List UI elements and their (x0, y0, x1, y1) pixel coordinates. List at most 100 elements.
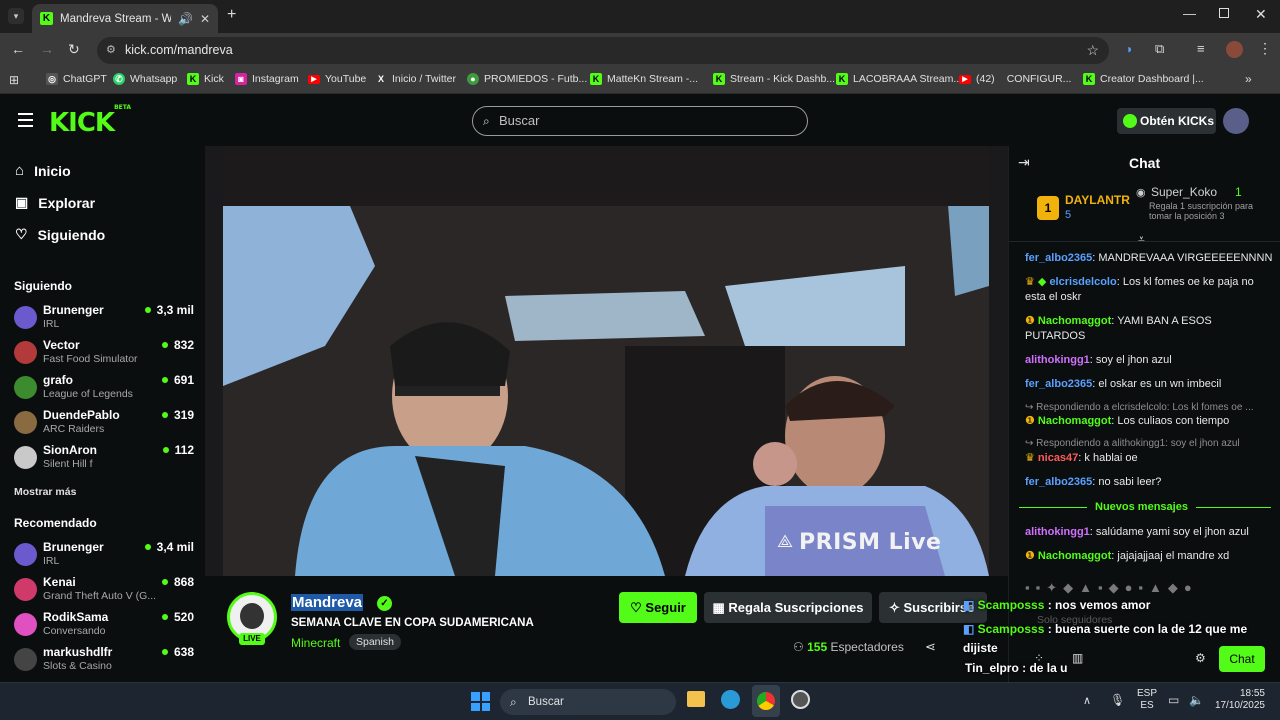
profile-avatar[interactable] (1226, 41, 1243, 58)
audio-playing-icon[interactable]: 🔊 (178, 12, 193, 26)
chat-text: salúdame yami soy el jhon azul (1095, 526, 1249, 538)
second-gifter-name[interactable]: Super_Koko (1151, 185, 1217, 199)
overlay-chat-message: Tin_elpro : de la u (965, 661, 1068, 675)
recommended-channel[interactable]: RodikSama Conversando 520 (14, 610, 194, 642)
gift-subs-button[interactable]: ▦ Regala Suscripciones (704, 592, 872, 623)
tab-search-button[interactable]: ▾ (8, 8, 24, 24)
chat-message: ♛ nicas47: k hablai oe (1025, 452, 1138, 464)
file-explorer-icon[interactable] (687, 691, 705, 707)
bookmark-label: CONFIGUR... (1006, 73, 1072, 85)
volume-icon[interactable]: 🔈 (1189, 693, 1204, 707)
chat-username[interactable]: Nachomaggot (1038, 415, 1111, 427)
kick-logo[interactable]: KICKBETA (49, 104, 131, 138)
video-frame (205, 146, 1008, 576)
bookmark-youtube-config[interactable]: ▶ (42) CONFIGUR... (959, 73, 1071, 85)
apps-grid-icon[interactable]: ⊞ (9, 73, 19, 87)
bookmark-kick[interactable]: K Kick (187, 73, 224, 85)
hamburger-menu-icon[interactable] (18, 113, 33, 127)
minimize-window-icon[interactable]: — (1183, 6, 1196, 21)
reply-context[interactable]: ↪ Respondiendo a alithokingg1: soy el jh… (1025, 438, 1240, 449)
bookmark-promiedos[interactable]: ● PROMIEDOS - Futb... (467, 73, 587, 85)
bookmark-creator-dashboard[interactable]: K Creator Dashboard |... (1083, 73, 1204, 85)
chat-username[interactable]: elcrisdelcolo (1049, 276, 1116, 288)
bookmark-kick-dashboard[interactable]: K Stream - Kick Dashb... (713, 73, 835, 85)
network-monitor-icon[interactable]: ▭ (1168, 693, 1179, 707)
bookmark-instagram[interactable]: ◙ Instagram (235, 73, 299, 85)
tab-close-icon[interactable]: ✕ (200, 12, 210, 26)
chat-username[interactable]: fer_albo2365 (1025, 476, 1092, 488)
chat-username[interactable]: Nachomaggot (1038, 550, 1111, 562)
reply-arrow-icon: ↪ (1025, 402, 1037, 413)
forward-arrow-icon[interactable]: → (40, 41, 54, 57)
browser-menu-icon[interactable]: ⋮ (1258, 40, 1272, 57)
show-hidden-icons[interactable]: ∧ (1083, 694, 1091, 707)
video-player[interactable]: PRISM Live ⟁ (205, 146, 1008, 576)
user-avatar[interactable] (1223, 108, 1249, 134)
more-bookmarks-icon[interactable]: » (1245, 72, 1252, 86)
language-indicator[interactable]: ESP ES (1137, 688, 1157, 712)
microphone-icon[interactable]: 🎙 (1110, 693, 1125, 707)
following-channel[interactable]: Vector Fast Food Simulator 832 (14, 338, 194, 370)
emote-bar[interactable]: ▪▪✦◆▲▪◆●▪▲◆● (1025, 580, 1275, 596)
browser-tab-active[interactable]: K Mandreva Stream - Watch 🔊 ✕ (32, 4, 218, 33)
clock[interactable]: 18:55 17/10/2025 (1213, 688, 1265, 712)
tab-title: Mandreva Stream - Watch (60, 12, 171, 25)
back-arrow-icon[interactable]: ← (11, 41, 25, 57)
bookmark-whatsapp[interactable]: ✆ Whatsapp (113, 73, 177, 85)
follow-button[interactable]: ♡ Seguir (619, 592, 697, 623)
top-gifter-name[interactable]: DAYLANTR (1065, 193, 1130, 207)
gifter-badge-icon: ❶ (1025, 315, 1038, 327)
close-window-icon[interactable]: ✕ (1255, 6, 1267, 23)
chat-username[interactable]: fer_albo2365 (1025, 378, 1092, 390)
get-kicks-button[interactable]: Obtén KICKs (1117, 108, 1216, 134)
language-tag[interactable]: Spanish (349, 634, 401, 650)
recommended-channel[interactable]: markushdlfr Slots & Casino 638 (14, 645, 194, 677)
taskbar-search[interactable]: ⌕ Buscar (500, 689, 676, 715)
chat-username[interactable]: Nachomaggot (1038, 315, 1111, 327)
recommended-channel[interactable]: Kenai Grand Theft Auto V (G... 868 (14, 575, 194, 607)
share-icon[interactable]: ⋖ (925, 639, 936, 655)
bookmark-twitter[interactable]: X Inicio / Twitter (375, 73, 456, 85)
reply-context[interactable]: ↪ Respondiendo a elcrisdelcolo: Los kl f… (1025, 402, 1254, 413)
following-channel[interactable]: DuendePablo ARC Raiders 319 (14, 408, 194, 440)
following-channel[interactable]: Brunenger IRL 3,3 mil (14, 303, 194, 335)
extensions-puzzle-icon[interactable]: ⧉ (1155, 41, 1164, 57)
browser-nav-bar: ← → ↻ ⚙ kick.com/mandreva ☆ ◗ ⧉ ≡ ⋮ (0, 33, 1280, 67)
viewer-count: 319 (162, 408, 194, 422)
reload-icon[interactable]: ↻ (68, 41, 80, 58)
nav-siguiendo[interactable]: ♡ Siguiendo (15, 226, 105, 243)
obs-icon[interactable] (791, 690, 810, 709)
media-control-icon[interactable]: ≡ (1197, 41, 1205, 56)
chrome-taskbar-button[interactable] (752, 685, 780, 717)
edge-browser-icon[interactable] (721, 690, 740, 709)
bookmark-chatgpt[interactable]: ◎ ChatGPT (46, 73, 107, 85)
chat-username[interactable]: nicas47 (1038, 452, 1078, 464)
nav-explorar[interactable]: ▣ Explorar (15, 194, 95, 211)
collapse-chat-icon[interactable]: ⇥ (1018, 154, 1030, 171)
stream-category-link[interactable]: Minecraft (291, 636, 340, 650)
expand-leaderboard-icon[interactable]: ⩡ (1138, 232, 1145, 247)
channel-name[interactable]: Mandreva (291, 594, 364, 611)
overlay-chat-message: ◧ Scamposss : buena suerte con la de 12 … (963, 622, 1248, 655)
recommended-channel[interactable]: Brunenger IRL 3,4 mil (14, 540, 194, 572)
maximize-window-icon[interactable] (1219, 8, 1229, 18)
following-channel[interactable]: grafo League of Legends 691 (14, 373, 194, 405)
address-bar[interactable]: ⚙ kick.com/mandreva ☆ (97, 37, 1109, 64)
windows-start-icon[interactable] (471, 692, 490, 711)
following-channel[interactable]: SionAron Silent Hill f 112 (14, 443, 194, 475)
bookmark-youtube[interactable]: ▶ YouTube (308, 73, 366, 85)
bookmark-lacobraaa[interactable]: K LACOBRAAA Stream... (836, 73, 962, 85)
nav-inicio[interactable]: ⌂ Inicio (15, 162, 71, 179)
bookmark-star-icon[interactable]: ☆ (1086, 37, 1099, 64)
viewer-count: 112 (163, 443, 194, 457)
extension-icon[interactable]: ◗ (1126, 42, 1133, 56)
bookmark-mattekn[interactable]: K MatteKn Stream -... (590, 73, 698, 85)
chat-username[interactable]: fer_albo2365 (1025, 252, 1092, 264)
chat-username[interactable]: alithokingg1 (1025, 526, 1090, 538)
search-input[interactable]: ⌕ Buscar (472, 106, 808, 136)
site-info-icon[interactable]: ⚙ (106, 37, 116, 64)
chat-username[interactable]: alithokingg1 (1025, 354, 1090, 366)
new-tab-button[interactable]: + (227, 6, 236, 24)
heart-icon: ♡ (630, 600, 646, 615)
show-more-link[interactable]: Mostrar más (14, 486, 76, 498)
